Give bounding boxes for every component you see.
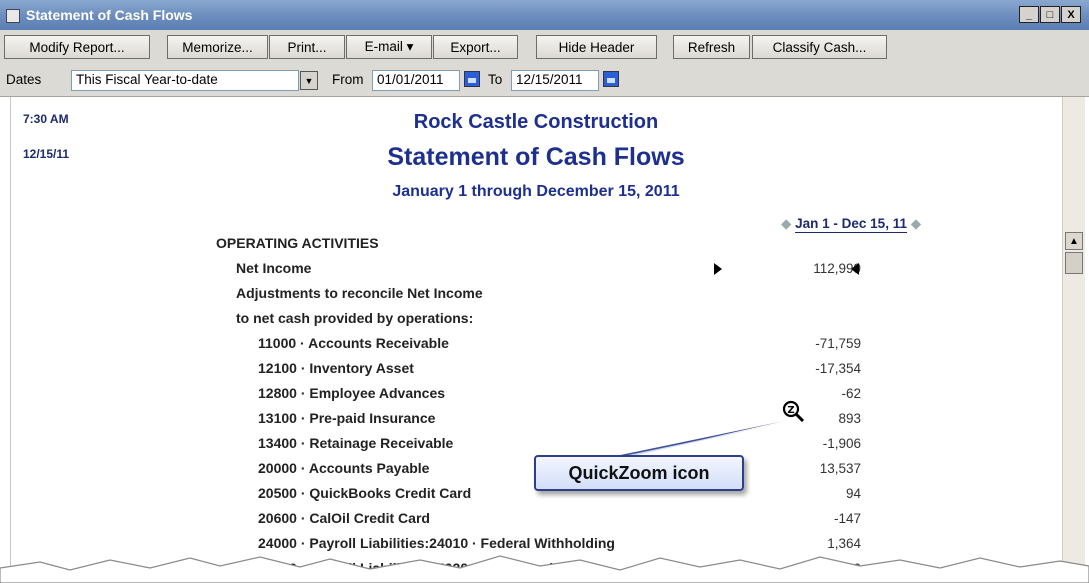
report-row-value[interactable]: -147 bbox=[834, 511, 861, 526]
report-row-label: Net Income bbox=[236, 260, 312, 276]
dates-filter-bar: Dates This Fiscal Year-to-date ▼ From 01… bbox=[0, 64, 1089, 97]
app-icon bbox=[6, 9, 20, 23]
report-row-value[interactable]: -17,354 bbox=[815, 361, 861, 376]
report-row-label: Adjustments to reconcile Net Income bbox=[236, 285, 483, 301]
expand-arrow-icon[interactable] bbox=[851, 263, 859, 275]
email-button[interactable]: E-mail ▾ bbox=[346, 35, 432, 59]
report-row-value[interactable]: 13,537 bbox=[820, 461, 861, 476]
report-row-label: to net cash provided by operations: bbox=[236, 310, 474, 326]
report-row-label: 20500 · QuickBooks Credit Card bbox=[258, 485, 472, 501]
to-label: To bbox=[488, 72, 503, 87]
report-row-value[interactable]: -71,759 bbox=[815, 336, 861, 351]
memorize-button[interactable]: Memorize... bbox=[167, 35, 268, 59]
vertical-scrollbar[interactable]: ▲ bbox=[1062, 97, 1085, 583]
company-name: Rock Castle Construction bbox=[413, 111, 659, 133]
window-controls: _ □ X bbox=[1019, 6, 1081, 23]
refresh-button[interactable]: Refresh bbox=[673, 35, 750, 59]
report-period: January 1 through December 15, 2011 bbox=[392, 183, 680, 200]
print-button[interactable]: Print... bbox=[269, 35, 345, 59]
report-row-label: 13100 · Pre-paid Insurance bbox=[258, 410, 436, 426]
close-button[interactable]: X bbox=[1061, 6, 1081, 23]
report-toolbar: Modify Report... Memorize... Print... E-… bbox=[0, 30, 1089, 65]
report-body: 7:30 AM 12/15/11 Rock Castle Constructio… bbox=[10, 97, 1061, 583]
scroll-up-icon[interactable]: ▲ bbox=[1065, 232, 1083, 250]
quickzoom-icon[interactable]: Z bbox=[782, 400, 804, 422]
quickzoom-callout: QuickZoom icon bbox=[534, 455, 744, 491]
modify-report-button[interactable]: Modify Report... bbox=[4, 35, 150, 59]
from-date-field[interactable]: 01/01/2011 bbox=[372, 70, 460, 91]
report-row-label: 11000 · Accounts Receivable bbox=[258, 335, 449, 351]
dates-label: Dates bbox=[6, 72, 42, 87]
minimize-button[interactable]: _ bbox=[1019, 6, 1039, 23]
collapse-arrow-icon[interactable] bbox=[714, 263, 722, 275]
report-row-label: 13400 · Retainage Receivable bbox=[258, 435, 454, 451]
chevron-down-icon[interactable]: ▼ bbox=[300, 71, 318, 90]
dates-dropdown[interactable]: This Fiscal Year-to-date bbox=[71, 70, 299, 91]
report-row-label: 20000 · Accounts Payable bbox=[258, 460, 430, 476]
report-row-label: 20600 · CalOil Credit Card bbox=[258, 510, 430, 526]
hide-header-button[interactable]: Hide Header bbox=[536, 35, 657, 59]
maximize-button[interactable]: □ bbox=[1040, 6, 1060, 23]
svg-text:Z: Z bbox=[787, 405, 794, 416]
column-header[interactable]: ◆ Jan 1 - Dec 15, 11 ◆ bbox=[781, 216, 921, 233]
report-row-value[interactable]: 893 bbox=[838, 411, 861, 426]
classify-cash-button[interactable]: Classify Cash... bbox=[752, 35, 887, 59]
report-row-label: 12800 · Employee Advances bbox=[258, 385, 446, 401]
report-row-label: OPERATING ACTIVITIES bbox=[216, 235, 379, 251]
title-bar: Statement of Cash Flows _ □ X bbox=[0, 0, 1089, 30]
from-label: From bbox=[332, 72, 364, 87]
scroll-thumb[interactable] bbox=[1065, 252, 1083, 274]
report-title: Statement of Cash Flows bbox=[387, 143, 685, 171]
export-button[interactable]: Export... bbox=[433, 35, 518, 59]
report-row-value[interactable]: -62 bbox=[841, 386, 861, 401]
window-title: Statement of Cash Flows bbox=[26, 7, 193, 23]
report-row-value[interactable]: 94 bbox=[846, 486, 861, 501]
to-date-field[interactable]: 12/15/2011 bbox=[511, 70, 599, 91]
calendar-icon[interactable] bbox=[603, 71, 619, 87]
calendar-icon[interactable] bbox=[464, 71, 480, 87]
torn-edge bbox=[0, 555, 1089, 583]
report-row-label: 12100 · Inventory Asset bbox=[258, 360, 414, 376]
column-header-label: Jan 1 - Dec 15, 11 bbox=[795, 216, 907, 233]
report-row-value[interactable]: -1,906 bbox=[823, 436, 861, 451]
